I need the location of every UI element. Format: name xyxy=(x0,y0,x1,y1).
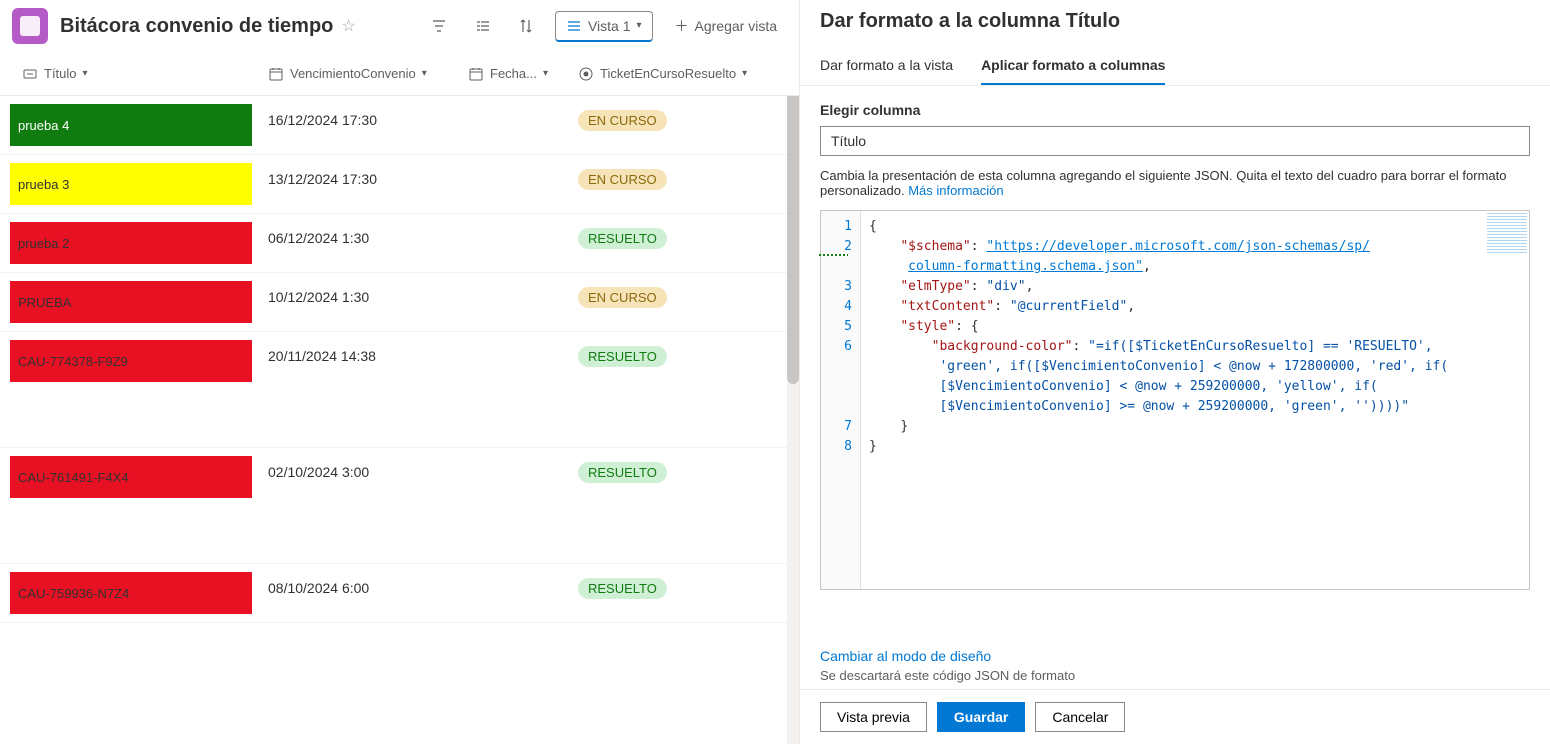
status-pill: EN CURSO xyxy=(578,110,667,131)
col-title-label: Título xyxy=(44,66,77,81)
group-button[interactable] xyxy=(467,10,499,42)
chevron-down-icon: ▾ xyxy=(636,20,641,31)
title-cell: CAU-761491-F4X4 xyxy=(10,456,252,498)
tab-format-columns[interactable]: Aplicar formato a columnas xyxy=(981,57,1165,85)
group-icon xyxy=(475,18,491,34)
vencimiento-cell: 08/10/2024 6:00 xyxy=(256,564,456,622)
ticket-cell: EN CURSO xyxy=(566,273,766,331)
save-button[interactable]: Guardar xyxy=(937,702,1025,732)
table-row[interactable]: prueba 313/12/2024 17:30 EN CURSO xyxy=(0,155,799,214)
fecha-cell xyxy=(456,214,566,272)
format-panel: Dar formato a la columna Título Dar form… xyxy=(800,0,1550,744)
chevron-down-icon: ▾ xyxy=(422,68,427,79)
editor-gutter: 12345678 xyxy=(821,211,861,589)
title-cell: prueba 4 xyxy=(10,104,252,146)
help-text: Cambia la presentación de esta columna a… xyxy=(820,168,1530,198)
add-view-label: Agregar vista xyxy=(695,18,777,34)
status-pill: EN CURSO xyxy=(578,169,667,190)
chevron-down-icon: ▾ xyxy=(543,68,548,79)
fecha-cell xyxy=(456,448,566,563)
title-cell: CAU-774378-F9Z9 xyxy=(10,340,252,382)
favorite-star-icon[interactable]: ☆ xyxy=(341,16,355,36)
table-row[interactable]: prueba 416/12/2024 17:30 EN CURSO xyxy=(0,96,799,155)
col-header-vencimiento[interactable]: VencimientoConvenio ▾ xyxy=(256,66,456,82)
vencimiento-cell: 02/10/2024 3:00 xyxy=(256,448,456,563)
tab-format-view[interactable]: Dar formato a la vista xyxy=(820,57,953,85)
column-select-value: Título xyxy=(831,133,866,149)
table-row[interactable]: prueba 206/12/2024 1:30 RESUELTO xyxy=(0,214,799,273)
calendar-icon xyxy=(268,66,284,82)
col-header-titulo[interactable]: Título ▾ xyxy=(10,66,256,82)
vencimiento-cell: 10/12/2024 1:30 xyxy=(256,273,456,331)
sort-button[interactable] xyxy=(511,10,543,42)
chevron-down-icon: ▾ xyxy=(742,68,747,79)
column-select[interactable]: Título xyxy=(820,126,1530,156)
vertical-scrollbar[interactable] xyxy=(787,52,799,744)
design-mode-link[interactable]: Cambiar al modo de diseño xyxy=(820,648,991,664)
choose-column-label: Elegir columna xyxy=(820,102,1530,118)
title-cell: prueba 2 xyxy=(10,222,252,264)
panel-tabs: Dar formato a la vista Aplicar formato a… xyxy=(800,43,1550,86)
fecha-cell xyxy=(456,332,566,447)
vencimiento-cell: 13/12/2024 17:30 xyxy=(256,155,456,213)
table-row[interactable]: PRUEBA10/12/2024 1:30 EN CURSO xyxy=(0,273,799,332)
fecha-cell xyxy=(456,96,566,154)
text-column-icon xyxy=(22,66,38,82)
status-pill: RESUELTO xyxy=(578,578,667,599)
list-header: Bitácora convenio de tiempo ☆ Vista 1 ▾ … xyxy=(0,0,799,52)
ticket-cell: RESUELTO xyxy=(566,448,766,563)
ticket-cell: RESUELTO xyxy=(566,214,766,272)
filter-button[interactable] xyxy=(423,10,455,42)
json-editor[interactable]: 12345678 { "$schema": "https://developer… xyxy=(820,210,1530,590)
calendar-icon xyxy=(468,66,484,82)
editor-minimap xyxy=(1487,213,1527,253)
choice-icon xyxy=(578,66,594,82)
col-header-ticket[interactable]: TicketEnCursoResuelto ▾ xyxy=(566,66,766,82)
title-cell: CAU-759936-N7Z4 xyxy=(10,572,252,614)
preview-button[interactable]: Vista previa xyxy=(820,702,927,732)
col-ticket-label: TicketEnCursoResuelto xyxy=(600,66,736,81)
list-view-icon xyxy=(566,18,582,34)
table-row[interactable]: CAU-761491-F4X402/10/2024 3:00 RESUELTO xyxy=(0,448,799,564)
status-pill: RESUELTO xyxy=(578,346,667,367)
more-info-link[interactable]: Más información xyxy=(908,183,1003,198)
col-fecha-label: Fecha... xyxy=(490,66,537,81)
chevron-down-icon: ▾ xyxy=(83,68,88,79)
panel-footer: Vista previa Guardar Cancelar xyxy=(800,689,1550,744)
fecha-cell xyxy=(456,155,566,213)
ticket-cell: EN CURSO xyxy=(566,96,766,154)
fecha-cell xyxy=(456,564,566,622)
plus-icon: ＋ xyxy=(675,16,689,36)
vencimiento-cell: 20/11/2024 14:38 xyxy=(256,332,456,447)
vencimiento-cell: 06/12/2024 1:30 xyxy=(256,214,456,272)
fecha-cell xyxy=(456,273,566,331)
table-row[interactable]: CAU-774378-F9Z920/11/2024 14:38 RESUELTO xyxy=(0,332,799,448)
add-view-button[interactable]: ＋ Agregar vista xyxy=(665,10,787,42)
discard-note: Se descartará este código JSON de format… xyxy=(820,668,1530,683)
view-label: Vista 1 xyxy=(588,18,631,34)
editor-content[interactable]: { "$schema": "https://developer.microsof… xyxy=(861,211,1529,589)
vencimiento-cell: 16/12/2024 17:30 xyxy=(256,96,456,154)
ticket-cell: EN CURSO xyxy=(566,155,766,213)
status-pill: EN CURSO xyxy=(578,287,667,308)
sort-icon xyxy=(519,18,535,34)
table-row[interactable]: CAU-759936-N7Z408/10/2024 6:00 RESUELTO xyxy=(0,564,799,623)
list-table: Título ▾ VencimientoConvenio ▾ Fecha... … xyxy=(0,52,799,744)
title-cell: prueba 3 xyxy=(10,163,252,205)
status-pill: RESUELTO xyxy=(578,462,667,483)
column-headers: Título ▾ VencimientoConvenio ▾ Fecha... … xyxy=(0,52,799,96)
panel-title: Dar formato a la columna Título xyxy=(800,0,1550,33)
ticket-cell: RESUELTO xyxy=(566,564,766,622)
title-cell: PRUEBA xyxy=(10,281,252,323)
list-icon xyxy=(12,8,48,44)
list-title: Bitácora convenio de tiempo xyxy=(60,15,333,38)
col-venc-label: VencimientoConvenio xyxy=(290,66,416,81)
cancel-button[interactable]: Cancelar xyxy=(1035,702,1125,732)
ticket-cell: RESUELTO xyxy=(566,332,766,447)
filter-icon xyxy=(431,18,447,34)
col-header-fecha[interactable]: Fecha... ▾ xyxy=(456,66,566,82)
status-pill: RESUELTO xyxy=(578,228,667,249)
view-selector[interactable]: Vista 1 ▾ xyxy=(555,11,653,42)
